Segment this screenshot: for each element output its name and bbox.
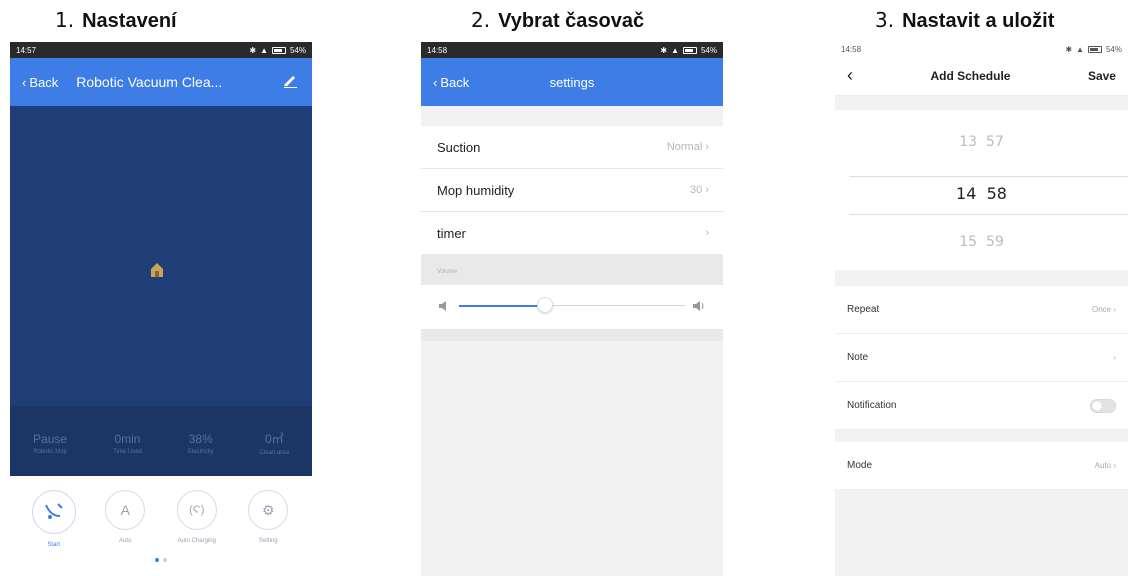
battery-icon — [1087, 45, 1102, 53]
status-time: 14:58 — [427, 45, 448, 55]
schedule-options: Repeat Once › Note › Notification — [835, 286, 1128, 430]
picker-minute: 58 — [986, 184, 1007, 203]
page-title: Robotic Vacuum Clea... — [76, 74, 223, 90]
signal-icon: ▲ — [260, 45, 268, 55]
battery-icon — [682, 46, 697, 54]
row-mode[interactable]: Mode Auto › — [835, 442, 1128, 490]
battery-level: 54% — [700, 45, 717, 55]
save-button[interactable]: Save — [1088, 69, 1116, 83]
picker-prev-time: 13 57 — [959, 134, 1004, 150]
edit-icon[interactable] — [282, 72, 298, 93]
stat-status: Pause Robotic Mop — [33, 431, 68, 455]
screen-add-schedule: 14:58 ✱ ▲ 54% ‹ Add Schedule Save 13 57 … — [835, 42, 1128, 576]
chevron-left-icon: ‹ — [22, 74, 27, 90]
home-icon — [150, 262, 164, 283]
battery-level: 54% — [1105, 44, 1122, 54]
row-notification: Notification — [835, 382, 1128, 430]
battery-icon — [271, 46, 286, 54]
auto-icon: A — [120, 502, 130, 518]
stat-clean-area: 0㎡ Clean area — [259, 432, 289, 456]
setting-row-suction[interactable]: Suction Normal › — [421, 126, 723, 169]
chevron-right-icon: › — [705, 227, 709, 239]
step-title-3: 3. Nastavit a uložit — [875, 8, 1055, 32]
mode-options: Mode Auto › — [835, 442, 1128, 490]
start-label: Start — [47, 542, 61, 548]
status-time: 14:58 — [841, 44, 862, 54]
picker-hour: 14 — [956, 184, 977, 203]
auto-charging-button[interactable]: (Ϛ) Auto Charging — [167, 490, 227, 548]
chevron-right-icon: › — [705, 141, 709, 153]
step-title-2: 2. Vybrat časovač — [471, 8, 645, 32]
screen-device-main: 14:57 ✱ ▲ 54% ‹ Back Robotic Vacuum Clea… — [10, 42, 312, 576]
volume-control — [421, 285, 723, 329]
volume-slider[interactable] — [459, 297, 685, 313]
signal-icon: ▲ — [671, 45, 679, 55]
back-label: Back — [29, 74, 59, 90]
setting-row-mop-humidity[interactable]: Mop humidity 30 › — [421, 169, 723, 212]
auto-button[interactable]: A Auto — [95, 490, 155, 548]
chevron-right-icon: › — [1113, 353, 1116, 362]
nav-bar: ‹ Back Robotic Vacuum Clea... — [10, 58, 312, 106]
status-bar: 14:57 ✱ ▲ 54% — [10, 42, 312, 58]
vacuum-icon — [44, 502, 64, 523]
back-label: Back — [440, 74, 470, 90]
stats-bar: Pause Robotic Mop 0min Time Used 38% Ele… — [10, 406, 312, 476]
volume-low-icon — [439, 298, 447, 316]
signal-icon: ▲ — [1076, 44, 1084, 54]
chevron-left-icon: ‹ — [433, 74, 438, 90]
battery-level: 54% — [289, 45, 306, 55]
chevron-right-icon: › — [1113, 461, 1116, 470]
picker-next-time: 15 59 — [959, 234, 1004, 250]
status-bar: 14:58 ✱ ▲ 54% — [835, 42, 1128, 56]
cleaning-map — [10, 106, 312, 406]
header: 14:57 ✱ ▲ 54% ‹ Back Robotic Vacuum Clea… — [10, 42, 312, 106]
page-dot-active — [155, 558, 159, 562]
nav-bar: settings ‹ Back — [421, 58, 723, 106]
stat-electricity: 38% Electricity — [187, 431, 214, 455]
time-picker[interactable]: 13 57 14 58 15 59 — [835, 110, 1128, 270]
volume-label: Volume — [437, 269, 458, 275]
chevron-left-icon: ‹ — [847, 65, 853, 85]
page-title: Add Schedule — [930, 68, 1011, 83]
gear-icon: ⚙ — [261, 501, 275, 518]
status-bar: 14:58 ✱ ▲ 54% — [421, 42, 723, 58]
notification-toggle[interactable] — [1090, 398, 1116, 413]
setting-button[interactable]: ⚙ Setting — [238, 490, 298, 548]
row-repeat[interactable]: Repeat Once › — [835, 286, 1128, 334]
chevron-right-icon: › — [1113, 305, 1116, 314]
page-dot — [163, 558, 167, 562]
auto-label: Auto — [119, 538, 132, 544]
chevron-right-icon: › — [705, 184, 709, 196]
stat-time-used: 0min Time Used — [113, 431, 142, 455]
setting-row-timer[interactable]: timer › — [421, 212, 723, 255]
volume-slider-thumb[interactable] — [536, 297, 553, 313]
volume-slider-fill — [459, 304, 545, 307]
nav-bar: ‹ Add Schedule Save — [835, 56, 1128, 96]
control-bar: Start A Auto (Ϛ) Auto Charging ⚙ Setting — [10, 476, 312, 548]
picker-selected-time: 14 58 — [835, 184, 1128, 203]
status-time: 14:57 — [16, 45, 37, 55]
header: 14:58 ✱ ▲ 54% settings ‹ Back — [421, 42, 723, 106]
back-button[interactable]: ‹ Back — [433, 75, 469, 90]
bluetooth-icon: ✱ — [1065, 44, 1073, 54]
row-note[interactable]: Note › — [835, 334, 1128, 382]
screen-settings: 14:58 ✱ ▲ 54% settings ‹ Back Suction No… — [421, 42, 723, 576]
auto-charging-icon: (Ϛ) — [189, 504, 205, 516]
back-button[interactable]: ‹ — [847, 65, 853, 86]
auto-charging-label: Auto Charging — [177, 538, 216, 544]
setting-label: Setting — [258, 538, 278, 544]
volume-high-icon — [693, 298, 705, 316]
bluetooth-icon: ✱ — [249, 45, 257, 55]
start-button[interactable]: Start — [24, 490, 84, 548]
page-indicator — [10, 558, 312, 562]
step-title-1: 1. Nastavení — [55, 8, 177, 32]
back-button[interactable]: ‹ Back — [22, 75, 58, 90]
bluetooth-icon: ✱ — [660, 45, 668, 55]
